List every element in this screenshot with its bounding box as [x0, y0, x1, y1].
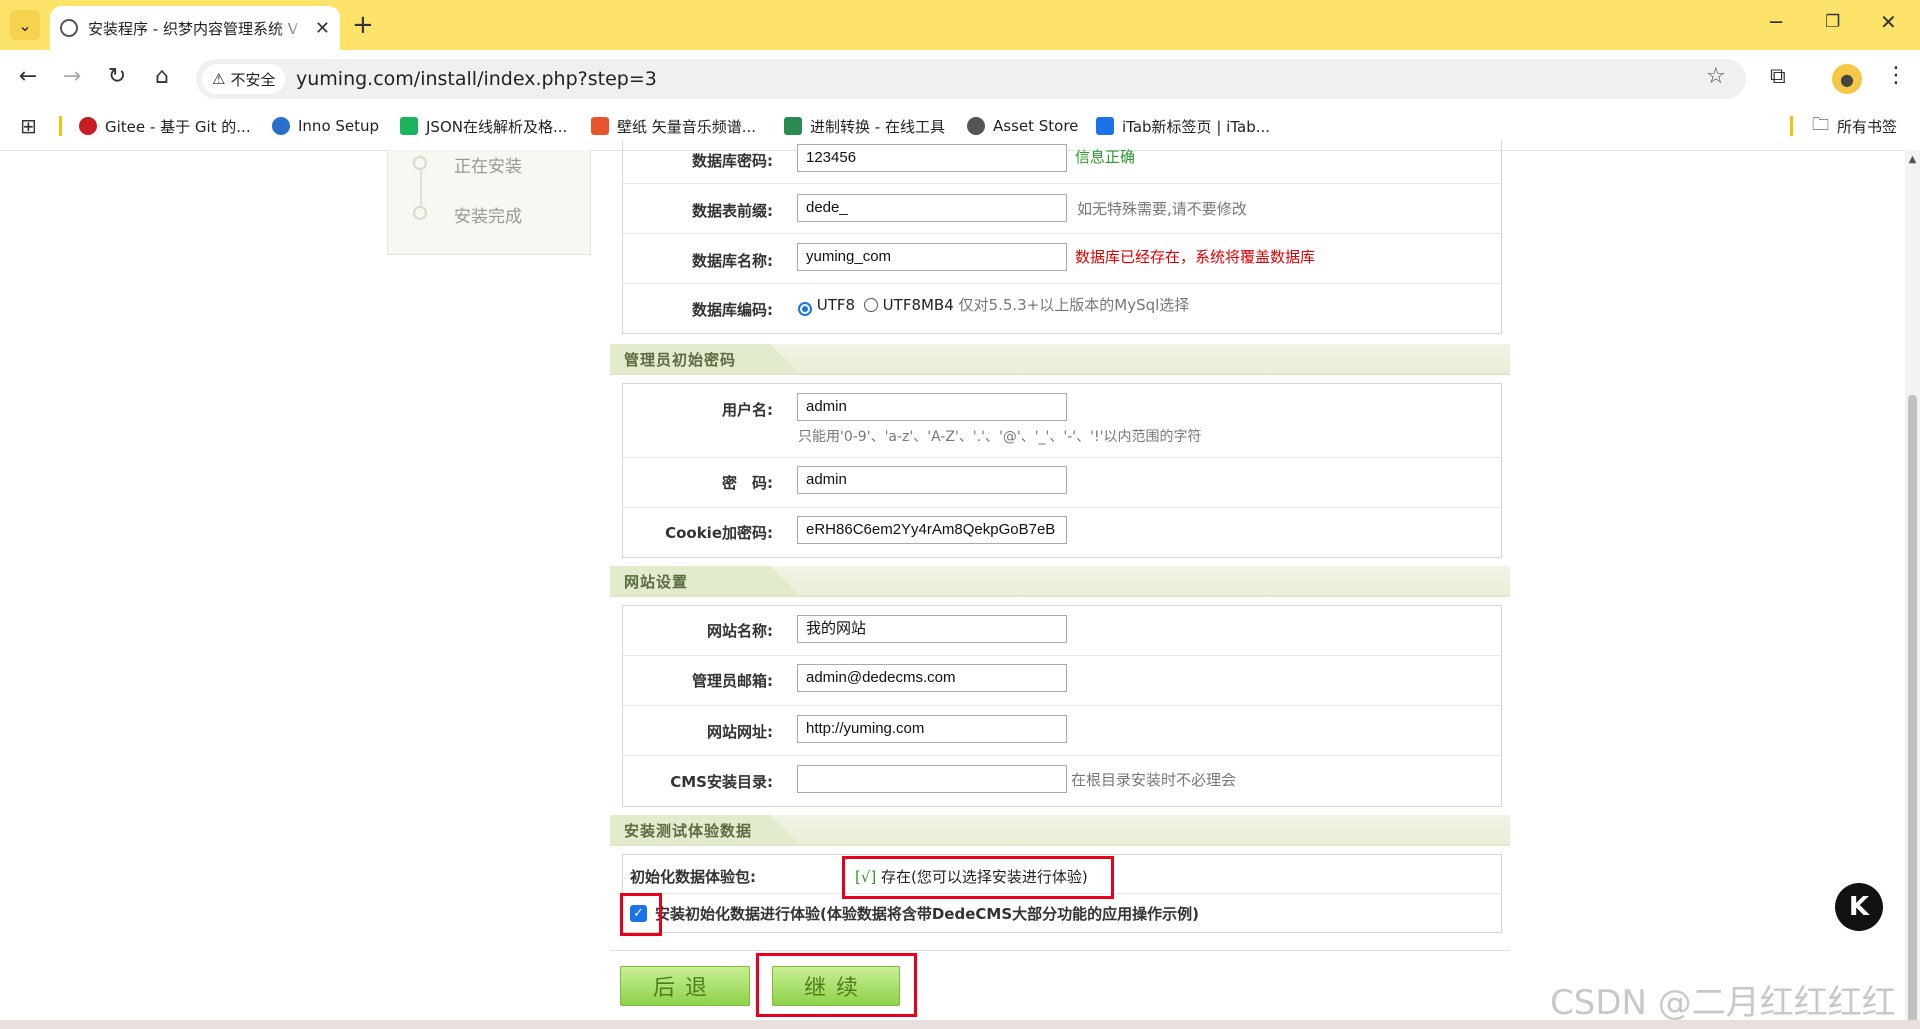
json-icon — [400, 117, 418, 135]
back-button[interactable]: 后退 — [620, 966, 750, 1006]
site-name-input[interactable]: 我的网站 — [797, 615, 1067, 643]
utf8-label: UTF8 — [816, 296, 856, 314]
globe-icon — [60, 19, 78, 37]
db-encoding-hint: 仅对5.5.3+以上版本的MySql选择 — [958, 296, 1190, 314]
new-tab-button[interactable]: + — [352, 10, 374, 40]
cms-dir-hint: 在根目录安装时不必理会 — [1071, 771, 1237, 789]
star-icon[interactable]: ☆ — [1706, 64, 1726, 89]
db-prefix-hint: 如无特殊需要,请不要修改 — [1077, 200, 1247, 218]
step-done: 安装完成 — [454, 207, 522, 227]
step-installing: 正在安装 — [454, 157, 522, 177]
db-encoding-label: 数据库编码: — [692, 301, 773, 319]
highlight-box — [620, 893, 662, 936]
admin-section-header: 管理员初始密码 — [610, 344, 1510, 375]
bookmark-separator — [1790, 116, 1793, 136]
url-text[interactable]: yuming.com/install/index.php?step=3 — [296, 68, 657, 90]
close-tab-icon[interactable]: ✕ — [315, 18, 330, 39]
step-dot — [413, 156, 427, 170]
utf8-radio[interactable] — [798, 302, 812, 316]
cookie-key-label: Cookie加密码: — [665, 524, 773, 542]
site-section-header: 网站设置 — [610, 566, 1510, 597]
db-password-input[interactable]: 123456 — [797, 144, 1067, 172]
bottom-strip — [0, 1020, 1920, 1029]
db-prefix-label: 数据表前缀: — [692, 202, 773, 220]
db-password-status: 信息正确 — [1075, 148, 1136, 166]
browser-tab[interactable]: 安装程序 - 织梦内容管理系统 V ✕ — [50, 6, 340, 50]
reload-icon[interactable]: ↻ — [102, 64, 132, 89]
admin-user-hint: 只能用'0-9'、'a-z'、'A-Z'、'.'、'@'、'_'、'-'、'!'… — [798, 429, 1202, 445]
db-name-label: 数据库名称: — [692, 252, 773, 270]
bookmark-item[interactable]: Asset Store — [967, 115, 1078, 137]
bookmark-item[interactable]: Gitee - 基于 Git 的... — [79, 115, 251, 137]
menu-icon[interactable]: ⋮ — [1885, 63, 1907, 88]
db-prefix-input[interactable]: dede_ — [797, 194, 1067, 222]
floating-assistant-button[interactable]: K — [1835, 883, 1883, 931]
bookmark-item[interactable]: iTab新标签页 | iTab... — [1096, 115, 1270, 137]
wallpaper-icon — [591, 117, 609, 135]
db-name-input[interactable]: yuming_com — [797, 243, 1067, 271]
install-demo-label: 安装初始化数据进行体验(体验数据将含带DedeCMS大部分功能的应用操作示例) — [655, 905, 1199, 923]
db-password-label: 数据库密码: — [692, 152, 773, 170]
forward-arrow-icon[interactable]: → — [57, 64, 87, 89]
extensions-icon[interactable]: ⧉ — [1770, 64, 1786, 89]
admin-password-input[interactable]: admin — [797, 466, 1067, 494]
all-bookmarks[interactable]: 🗀 所有书签 — [1812, 115, 1897, 137]
step-dot — [413, 206, 427, 220]
divider — [610, 950, 1510, 951]
k-logo-icon: K — [1848, 892, 1870, 922]
watermark: CSDN @二月红红红红 — [1550, 983, 1896, 1023]
gitee-icon — [79, 117, 97, 135]
apps-grid-icon[interactable]: ⊞ — [20, 114, 37, 138]
inno-setup-icon — [272, 117, 290, 135]
bookmark-item[interactable]: 壁纸 矢量音乐频谱... — [591, 115, 756, 137]
admin-email-label: 管理员邮箱: — [692, 672, 773, 690]
warning-icon: ⚠ — [212, 70, 226, 88]
bookmark-separator — [59, 116, 62, 136]
scrollbar-thumb[interactable] — [1908, 395, 1917, 1029]
site-section-title: 网站设置 — [624, 573, 689, 591]
admin-user-label: 用户名: — [722, 401, 773, 419]
profile-avatar[interactable]: ● — [1832, 64, 1862, 94]
site-url-label: 网站网址: — [707, 723, 773, 741]
utf8mb4-radio[interactable] — [863, 298, 878, 312]
close-window-button[interactable]: ✕ — [1880, 10, 1897, 34]
bookmark-item[interactable]: JSON在线解析及格... — [400, 115, 567, 137]
bookmark-item[interactable]: 进制转换 - 在线工具 — [784, 115, 945, 137]
db-encoding-options: UTF8 UTF8MB4 仅对5.5.3+以上版本的MySql选择 — [798, 294, 1189, 316]
admin-email-input[interactable]: admin@dedecms.com — [797, 664, 1067, 692]
demo-section-title: 安装测试体验数据 — [624, 822, 753, 840]
cms-dir-input[interactable] — [797, 765, 1067, 793]
highlight-box — [842, 856, 1114, 899]
restore-button[interactable]: ❐ — [1825, 12, 1840, 32]
utf8mb4-label: UTF8MB4 — [882, 296, 954, 314]
highlight-box — [756, 953, 917, 1017]
scroll-up-arrow-icon[interactable]: ▲ — [1905, 154, 1920, 165]
admin-password-label: 密 码: — [722, 474, 773, 492]
demo-package-label: 初始化数据体验包: — [630, 868, 756, 886]
converter-icon — [784, 117, 802, 135]
back-arrow-icon[interactable]: ← — [13, 64, 43, 89]
bookmark-item[interactable]: Inno Setup — [272, 115, 379, 137]
demo-section-header: 安装测试体验数据 — [610, 815, 1510, 846]
cms-dir-label: CMS安装目录: — [670, 773, 773, 791]
tab-search-button[interactable]: ⌄ — [10, 10, 40, 40]
insecure-label: 不安全 — [230, 70, 276, 89]
site-url-input[interactable]: http://yuming.com — [797, 715, 1067, 743]
db-name-warning: 数据库已经存在，系统将覆盖数据库 — [1075, 248, 1316, 266]
cookie-key-input[interactable]: eRH86C6em2Yy4rAm8QekpGoB7eB — [797, 516, 1067, 544]
home-icon[interactable]: ⌂ — [147, 64, 177, 89]
site-info-chip[interactable]: ⚠ 不安全 — [202, 64, 286, 94]
admin-section-title: 管理员初始密码 — [624, 351, 737, 369]
minimize-button[interactable]: ─ — [1770, 10, 1782, 34]
tab-title: 安装程序 - 织梦内容管理系统 V — [88, 19, 298, 38]
itab-icon — [1096, 117, 1114, 135]
asset-store-icon — [967, 117, 985, 135]
folder-icon: 🗀 — [1812, 114, 1829, 135]
person-icon: ● — [1840, 69, 1854, 89]
chevron-down-icon: ⌄ — [18, 15, 32, 35]
admin-user-input[interactable]: admin — [797, 393, 1067, 421]
site-name-label: 网站名称: — [707, 622, 773, 640]
